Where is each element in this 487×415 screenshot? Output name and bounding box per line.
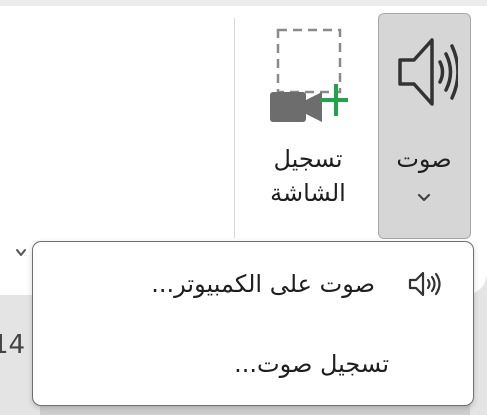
screen-recording-button[interactable]: تسجيل الشاشة (246, 18, 370, 218)
chevron-down-icon[interactable] (416, 192, 432, 204)
audio-dropdown-menu: صوت على الكمبيوتر... تسجيل صوت... (32, 241, 474, 406)
screen-recording-label: تسجيل الشاشة (270, 145, 346, 207)
audio-label: صوت (396, 145, 452, 173)
menu-item-label: تسجيل صوت... (234, 350, 389, 378)
menu-item-audio-on-computer[interactable]: صوت على الكمبيوتر... (33, 258, 473, 318)
left-chevron-icon[interactable] (14, 246, 28, 260)
ribbon-top-edge (0, 0, 487, 6)
speaker-icon (398, 38, 458, 106)
group-separator (234, 18, 235, 238)
screen-recording-icon (270, 28, 348, 122)
menu-item-record-audio[interactable]: تسجيل صوت... (33, 338, 473, 398)
audio-button[interactable]: صوت (378, 13, 471, 239)
speaker-icon (408, 271, 441, 297)
menu-item-label: صوت على الكمبيوتر... (151, 270, 375, 298)
background-number: 14 (0, 330, 26, 360)
